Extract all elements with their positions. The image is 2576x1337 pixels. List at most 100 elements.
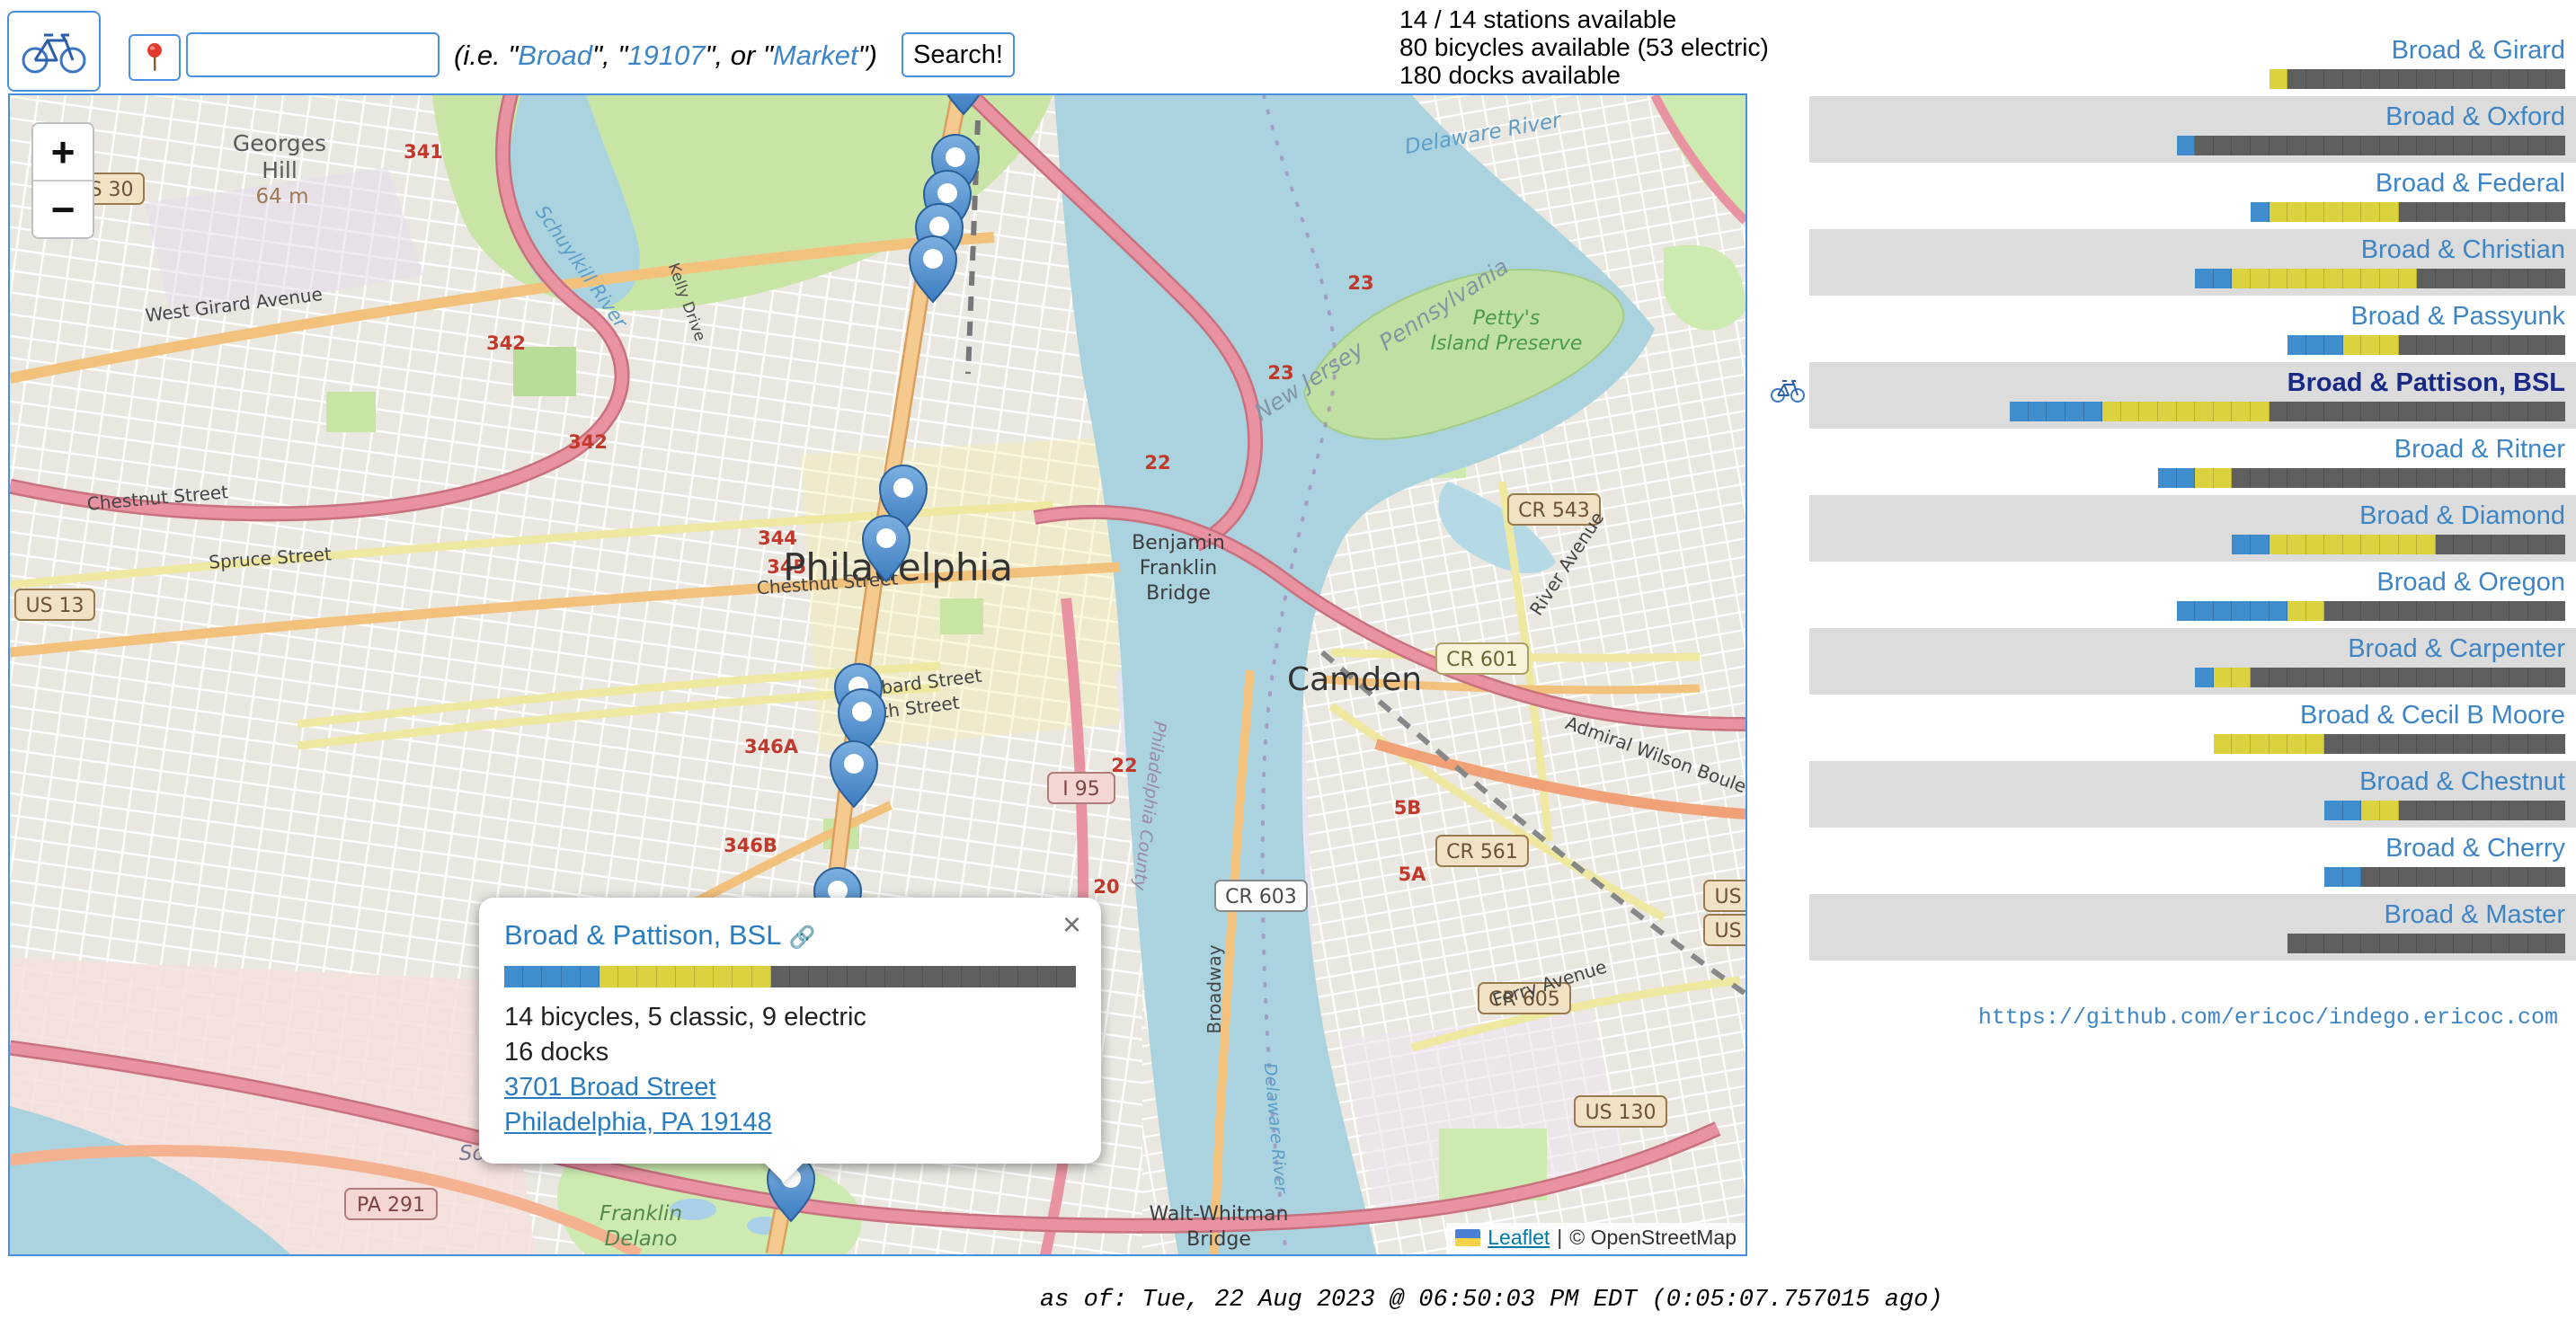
site-logo[interactable]	[7, 11, 101, 92]
docks-unit	[2417, 867, 2436, 887]
leaflet-map[interactable]: US 30US 13I 95CR 543CR 601CR 561CR 603CR…	[8, 93, 1747, 1256]
electric-unit	[2306, 269, 2325, 288]
docks-unit	[2232, 468, 2251, 488]
docks-unit	[2509, 801, 2528, 820]
map-label: 64 m	[256, 185, 309, 208]
docks-unit	[2509, 867, 2528, 887]
popup-address-line1[interactable]: 3701 Broad Street	[504, 1070, 1076, 1105]
docks-unit	[2361, 136, 2380, 155]
leaflet-link[interactable]: Leaflet	[1488, 1226, 1550, 1250]
docks-unit	[2509, 734, 2528, 754]
route-number-label: 5B	[1394, 797, 1422, 819]
station-link[interactable]: Broad & Carpenter	[1809, 633, 2565, 664]
docks-unit	[2361, 668, 2380, 687]
classic-unit	[2251, 202, 2270, 222]
docks-unit	[2528, 535, 2547, 554]
search-button[interactable]: Search!	[902, 32, 1015, 77]
marker-dot	[876, 528, 896, 548]
docks-unit	[2287, 69, 2306, 89]
station-availability-bar	[1809, 535, 2565, 554]
docks-unit	[2399, 934, 2418, 953]
zoom-out-button[interactable]: −	[33, 182, 93, 237]
docks-unit	[2399, 867, 2418, 887]
popup-station-link[interactable]: Broad & Pattison, BSL	[504, 919, 781, 951]
classic-unit	[2287, 335, 2306, 355]
station-link[interactable]: Broad & Girard	[1809, 35, 2565, 66]
electric-unit	[2380, 202, 2399, 222]
example-link-19107[interactable]: 19107	[627, 40, 705, 71]
classic-unit	[2306, 335, 2325, 355]
station-link[interactable]: Broad & Christian	[1809, 235, 2565, 265]
docks-unit	[2492, 136, 2510, 155]
station-link[interactable]: Broad & Ritner	[1809, 434, 2565, 465]
electric-unit	[2214, 734, 2233, 754]
classic-unit	[2251, 535, 2270, 554]
attribution-separator: |	[1557, 1226, 1562, 1250]
electric-unit	[714, 966, 733, 987]
electric-unit	[2361, 269, 2380, 288]
github-link[interactable]: https://github.com/ericoc/indego.ericoc.…	[1978, 1005, 2558, 1031]
popup-close-button[interactable]: ×	[1062, 908, 1081, 941]
docks-unit	[2528, 734, 2547, 754]
example-link-market[interactable]: Market	[773, 40, 858, 71]
electric-unit	[2232, 668, 2251, 687]
station-row: Broad & Christian	[1809, 229, 2576, 296]
popup-address-line2[interactable]: Philadelphia, PA 19148	[504, 1105, 1076, 1140]
link-icon[interactable]: 🔗	[788, 925, 815, 950]
electric-unit	[2343, 202, 2362, 222]
electric-unit	[2361, 202, 2380, 222]
station-availability-bar	[1809, 801, 2565, 820]
station-link[interactable]: Broad & Master	[1809, 899, 2565, 930]
electric-unit	[2343, 535, 2362, 554]
classic-unit	[2324, 801, 2343, 820]
docks-unit	[2270, 468, 2288, 488]
docks-unit	[2306, 136, 2325, 155]
docks-unit	[2251, 136, 2270, 155]
zoom-in-button[interactable]: +	[33, 124, 93, 182]
station-link[interactable]: Broad & Passyunk	[1809, 301, 2565, 332]
station-link[interactable]: Broad & Cherry	[1809, 833, 2565, 863]
station-link[interactable]: Broad & Pattison, BSL	[1809, 367, 2565, 398]
docks-unit	[2287, 934, 2306, 953]
docks-unit	[2380, 69, 2399, 89]
docks-unit	[2492, 734, 2510, 754]
station-link[interactable]: Broad & Diamond	[1809, 500, 2565, 531]
docks-unit	[828, 966, 847, 987]
search-input[interactable]	[186, 32, 440, 77]
electric-unit	[2270, 734, 2288, 754]
electric-unit	[2214, 402, 2233, 421]
docks-unit	[2399, 202, 2418, 222]
station-link[interactable]: Broad & Federal	[1809, 168, 2565, 199]
example-link-broad[interactable]: Broad	[518, 40, 592, 71]
marker-dot	[929, 217, 949, 236]
bicycles-available: 80 bicycles available (53 electric)	[1399, 33, 1769, 61]
docks-unit	[2417, 69, 2436, 89]
docks-unit	[2492, 202, 2510, 222]
docks-unit	[2306, 402, 2325, 421]
docks-unit	[2528, 335, 2547, 355]
marker-dot	[844, 754, 864, 774]
locate-pin-button[interactable]	[129, 34, 181, 81]
station-link[interactable]: Broad & Cecil B Moore	[1809, 700, 2565, 730]
docks-unit	[2528, 801, 2547, 820]
station-availability-bar	[1809, 601, 2565, 621]
electric-unit	[2251, 734, 2270, 754]
station-link[interactable]: Broad & Oregon	[1809, 567, 2565, 598]
classic-unit	[2029, 402, 2047, 421]
station-link[interactable]: Broad & Chestnut	[1809, 766, 2565, 797]
station-link[interactable]: Broad & Oxford	[1809, 102, 2565, 132]
electric-unit	[2361, 535, 2380, 554]
docks-unit	[2343, 601, 2362, 621]
electric-unit	[2287, 734, 2306, 754]
road-shield-label: US 3	[1714, 886, 1745, 908]
docks-unit	[2417, 335, 2436, 355]
docks-unit	[2509, 335, 2528, 355]
hint-text: ")	[858, 40, 877, 71]
docks-unit	[2546, 535, 2565, 554]
electric-unit	[637, 966, 656, 987]
station-availability-bar	[1809, 468, 2565, 488]
electric-unit	[2343, 335, 2362, 355]
docks-unit	[2546, 202, 2565, 222]
docks-unit	[2287, 668, 2306, 687]
docks-unit	[2473, 335, 2492, 355]
